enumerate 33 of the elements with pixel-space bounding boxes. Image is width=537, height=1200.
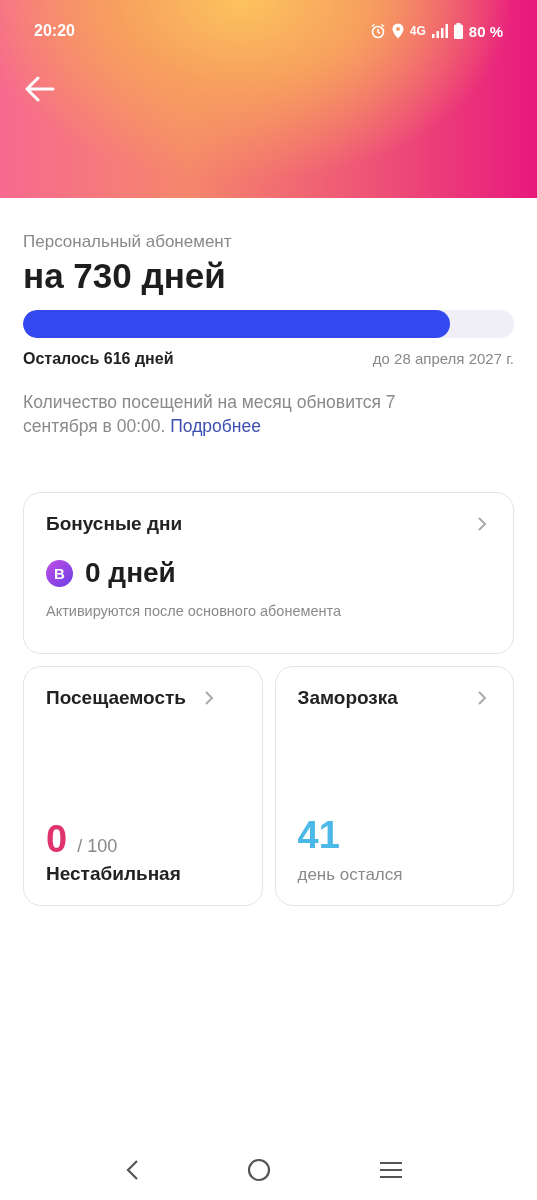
- chevron-icon: [477, 516, 487, 532]
- battery-icon: [453, 23, 463, 39]
- bonus-value: 0 дней: [85, 557, 176, 589]
- home-icon[interactable]: [247, 1158, 272, 1182]
- subscription-title: на 730 дней: [23, 256, 227, 296]
- location-icon: [391, 23, 404, 39]
- bonus-badge: B: [46, 559, 73, 587]
- chevron-icon: [204, 690, 214, 706]
- card-title: Заморозка: [297, 687, 398, 709]
- stat-card[interactable]: Заморозка 41 день остался: [274, 666, 514, 906]
- stat-value: 0: [46, 818, 68, 861]
- battery-level: 80 %: [468, 22, 503, 40]
- card-title: Бонусные дни: [46, 513, 183, 535]
- signal-icon: [431, 24, 448, 38]
- stat-caption: день остался: [297, 865, 404, 885]
- stat-value: 41: [297, 814, 340, 857]
- bonus-hint: Активируются после основного абонемента: [46, 603, 343, 619]
- chevron-icon: [477, 690, 487, 706]
- bonus-card[interactable]: Бонусные дни B 0 дней Активируются после основного абонемента: [23, 492, 514, 654]
- status-time: 20:20: [34, 22, 75, 40]
- update-note: Количество посещений на месяц обновится 7 сентября в 00:00. Подробнее: [23, 391, 397, 438]
- card-title: Посещаемость: [46, 687, 186, 709]
- days-remaining: Осталось 616 дней: [23, 350, 174, 368]
- end-date: до 28 апреля 2027 г.: [372, 350, 514, 367]
- alarm-icon: [369, 23, 386, 39]
- subscription-caption: Персональный абонемент: [23, 232, 233, 252]
- stat-max: / 100: [77, 836, 118, 857]
- more-link[interactable]: Подробнее: [170, 416, 261, 436]
- menu-icon[interactable]: [379, 1161, 404, 1179]
- back-arrow-icon[interactable]: [25, 76, 55, 102]
- stat-card[interactable]: Посещаемость 0 / 100 Нестабильная: [23, 666, 263, 906]
- network-type: 4G: [409, 24, 426, 38]
- stat-caption: Нестабильная: [46, 863, 182, 885]
